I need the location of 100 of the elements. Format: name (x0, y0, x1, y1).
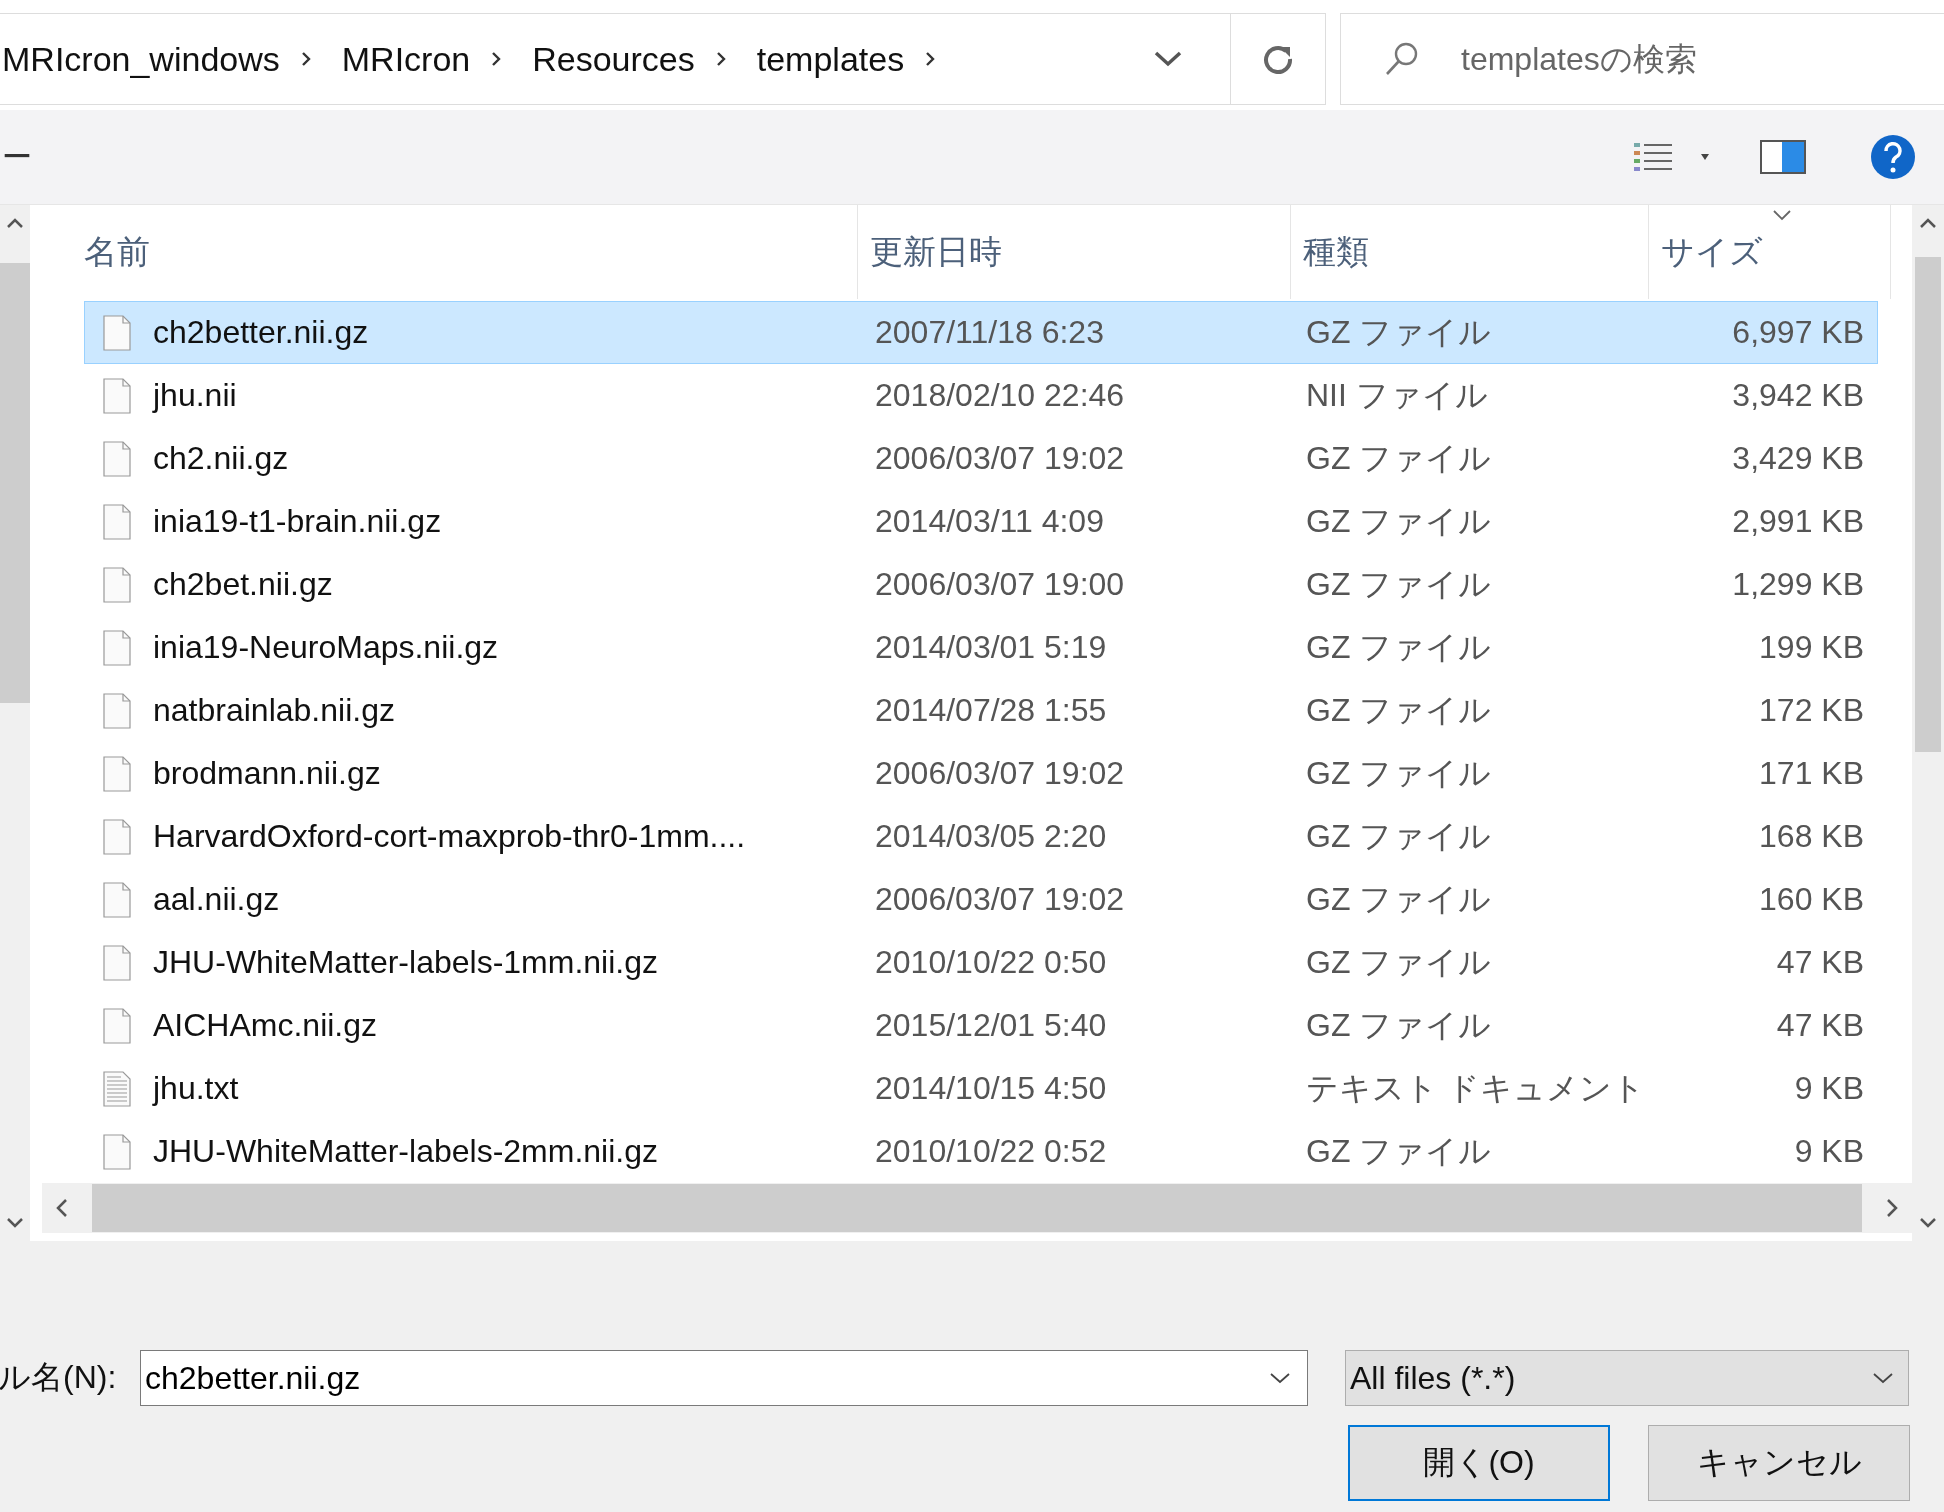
file-icon (103, 944, 131, 981)
scrollbar[interactable] (1912, 205, 1944, 1241)
chevron-right-icon[interactable] (490, 50, 503, 68)
file-row[interactable]: ch2.nii.gz 2006/03/07 19:02 GZ ファイル 3,429 KB (84, 427, 1878, 490)
file-row[interactable]: ch2better.nii.gz 2007/11/18 6:23 GZ ファイル 6,997 KB (84, 301, 1878, 364)
search-box[interactable]: templatesの検索 (1340, 13, 1944, 105)
file-size: 47 KB (1775, 1007, 1864, 1044)
modified-date: 2010/10/22 0:52 (874, 1133, 1108, 1170)
file-name: aal.nii.gz (153, 881, 280, 918)
file-name: ch2bet.nii.gz (153, 566, 333, 603)
file-name: inia19-NeuroMaps.nii.gz (153, 629, 499, 666)
scroll-up-icon[interactable] (1919, 217, 1937, 229)
file-type: テキスト ドキュメント (1305, 1068, 1646, 1108)
file-size: 3,429 KB (1731, 440, 1864, 477)
cancel-button[interactable]: キャンセル (1648, 1425, 1910, 1501)
file-row[interactable]: AICHAmc.nii.gz 2015/12/01 5:40 GZ ファイル 47 KB (84, 994, 1878, 1057)
file-type: GZ ファイル (1305, 879, 1493, 919)
file-icon (103, 1007, 131, 1044)
file-size: 168 KB (1758, 818, 1864, 855)
file-row[interactable]: JHU-WhiteMatter-labels-2mm.nii.gz 2010/10/22 0:52 GZ ファイル 9 KB (84, 1120, 1878, 1183)
breadcrumb-item[interactable]: templates (756, 39, 905, 79)
modified-date: 2014/10/15 4:50 (874, 1070, 1108, 1107)
file-row[interactable]: inia19-t1-brain.nii.gz 2014/03/11 4:09 GZ ファイル 2,991 KB (84, 490, 1878, 553)
modified-date: 2015/12/01 5:40 (874, 1007, 1108, 1044)
breadcrumb-item[interactable]: Resources (532, 39, 695, 79)
modified-date: 2007/11/18 6:23 (874, 314, 1105, 351)
scroll-up-icon[interactable] (6, 217, 24, 229)
file-row[interactable]: natbrainlab.nii.gz 2014/07/28 1:55 GZ ファイル 172 KB (84, 679, 1878, 742)
modified-date: 2006/03/07 19:02 (874, 755, 1126, 792)
file-size: 9 KB (1793, 1133, 1864, 1170)
file-size: 199 KB (1758, 629, 1864, 666)
file-icon (103, 629, 131, 666)
scroll-left-icon[interactable] (54, 1198, 70, 1218)
file-size: 47 KB (1775, 944, 1864, 981)
file-name: jhu.nii (153, 377, 237, 414)
file-size: 2,991 KB (1731, 503, 1864, 540)
preview-pane-icon[interactable] (1760, 140, 1806, 174)
chevron-down-icon (1872, 1371, 1894, 1385)
modified-date: 2014/07/28 1:55 (874, 692, 1108, 729)
file-icon (103, 377, 131, 414)
file-type-dropdown[interactable]: All files (*.*) (1345, 1350, 1909, 1406)
file-name: brodmann.nii.gz (153, 755, 381, 792)
file-type: GZ ファイル (1305, 816, 1493, 856)
file-type: GZ ファイル (1305, 312, 1493, 352)
file-row[interactable]: jhu.nii 2018/02/10 22:46 NII ファイル 3,942 KB (84, 364, 1878, 427)
caret-down-icon[interactable] (1700, 153, 1710, 161)
chevron-down-icon[interactable] (1154, 50, 1182, 68)
scroll-down-icon[interactable] (1919, 1217, 1937, 1229)
file-row[interactable]: inia19-NeuroMaps.nii.gz 2014/03/01 5:19 GZ ファイル 199 KB (84, 616, 1878, 679)
column-header[interactable]: サイズ (1649, 205, 1891, 299)
file-size: 3,942 KB (1731, 377, 1864, 414)
file-row[interactable]: aal.nii.gz 2006/03/07 19:02 GZ ファイル 160 KB (84, 868, 1878, 931)
file-row[interactable]: brodmann.nii.gz 2006/03/07 19:02 GZ ファイル 171 KB (84, 742, 1878, 805)
file-name: natbrainlab.nii.gz (153, 692, 395, 729)
scrollbar[interactable] (0, 205, 30, 1241)
file-row[interactable]: jhu.txt 2014/10/15 4:50 テキスト ドキュメント 9 KB (84, 1057, 1878, 1120)
file-row[interactable]: HarvardOxford-cort-maxprob-thr0-1mm.... 2014/03/05 2:20 GZ ファイル 168 KB (84, 805, 1878, 868)
modified-date: 2006/03/07 19:02 (874, 881, 1126, 918)
chevron-right-icon[interactable] (924, 50, 937, 68)
chevron-right-icon[interactable] (299, 50, 312, 68)
sort-indicator-icon (1772, 209, 1792, 221)
column-header[interactable]: 更新日時 (858, 205, 1291, 299)
file-type: GZ ファイル (1305, 1005, 1493, 1045)
file-type: GZ ファイル (1305, 690, 1493, 730)
column-header[interactable]: 種類 (1291, 205, 1649, 299)
help-icon[interactable] (1870, 134, 1916, 180)
scroll-right-icon[interactable] (1884, 1198, 1900, 1218)
file-size: 172 KB (1758, 692, 1864, 729)
modified-date: 2014/03/11 4:09 (874, 503, 1105, 540)
modified-date: 2006/03/07 19:00 (874, 566, 1126, 603)
file-type: GZ ファイル (1305, 753, 1493, 793)
modified-date: 2014/03/05 2:20 (874, 818, 1108, 855)
file-name: ch2.nii.gz (153, 440, 289, 477)
file-size: 171 KB (1758, 755, 1864, 792)
file-icon (103, 503, 131, 540)
text-file-icon (103, 1070, 131, 1107)
modified-date: 2006/03/07 19:02 (874, 440, 1126, 477)
breadcrumb-item[interactable]: MRIcron (341, 39, 471, 79)
search-field[interactable]: templatesの検索 (1461, 14, 1944, 104)
file-row[interactable]: ch2bet.nii.gz 2006/03/07 19:00 GZ ファイル 1,299 KB (84, 553, 1878, 616)
file-size: 1,299 KB (1731, 566, 1864, 603)
file-size: 160 KB (1758, 881, 1864, 918)
chevron-down-icon[interactable] (1269, 1371, 1291, 1385)
new-folder-button[interactable]: ー (2, 136, 32, 178)
scroll-down-icon[interactable] (6, 1217, 24, 1229)
open-button[interactable]: 開く(O) (1348, 1425, 1610, 1501)
file-type: GZ ファイル (1305, 627, 1493, 667)
file-icon (103, 692, 131, 729)
address-bar[interactable]: MRIcron_windows MRIcron Resources templates (0, 13, 1326, 105)
scrollbar[interactable] (42, 1183, 1912, 1233)
chevron-right-icon[interactable] (714, 50, 727, 68)
column-header[interactable]: 名前 (42, 205, 858, 299)
file-icon (103, 881, 131, 918)
file-name: inia19-t1-brain.nii.gz (153, 503, 442, 540)
file-icon (103, 566, 131, 603)
file-size: 9 KB (1793, 1070, 1864, 1107)
file-name: JHU-WhiteMatter-labels-1mm.nii.gz (153, 944, 658, 981)
file-type: GZ ファイル (1305, 501, 1493, 541)
breadcrumb-item[interactable]: MRIcron_windows (2, 39, 280, 79)
file-row[interactable]: JHU-WhiteMatter-labels-1mm.nii.gz 2010/10/22 0:50 GZ ファイル 47 KB (84, 931, 1878, 994)
